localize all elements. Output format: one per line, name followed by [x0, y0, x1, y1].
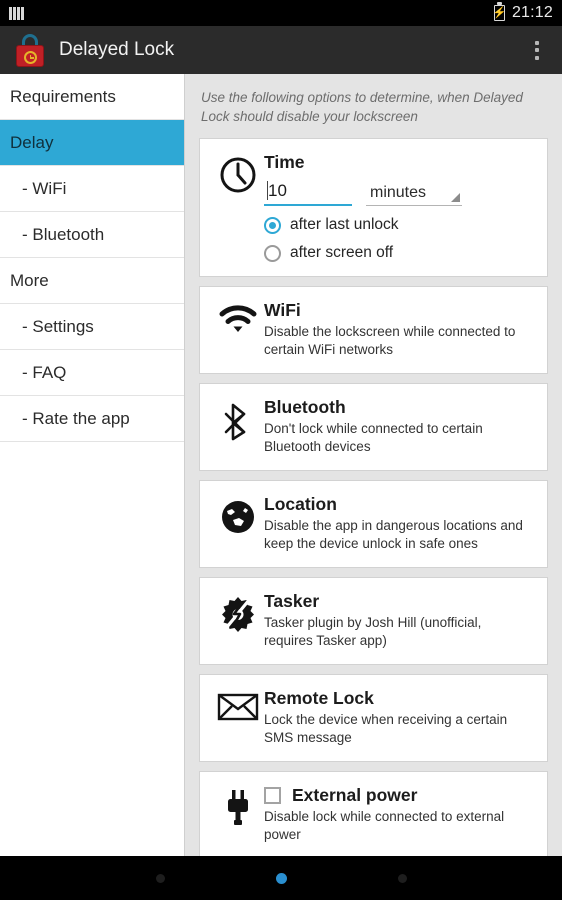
sidebar-item-delay[interactable]: Delay: [0, 120, 184, 166]
intro-text: Use the following options to determine, …: [201, 90, 523, 125]
card-bluetooth-title: Bluetooth: [264, 397, 346, 418]
app-bar: Delayed Lock: [0, 26, 562, 74]
time-unit-spinner[interactable]: minutes: [366, 182, 462, 207]
minutes-input[interactable]: [264, 179, 352, 207]
card-tasker[interactable]: Tasker Tasker plugin by Josh Hill (unoff…: [199, 577, 548, 665]
external-power-toggle-row[interactable]: External power: [264, 785, 531, 806]
card-time-title: Time: [264, 152, 305, 173]
sidebar-item-requirements[interactable]: Requirements: [0, 74, 184, 120]
status-bar-right: ⚡ 21:12: [493, 2, 553, 22]
card-wifi-title: WiFi: [264, 300, 301, 321]
card-remote-lock-content: Remote Lock Lock the device when receivi…: [264, 688, 535, 747]
card-bluetooth-content: Bluetooth Don't lock while connected to …: [264, 397, 535, 456]
envelope-icon: [212, 688, 264, 747]
card-tasker-content: Tasker Tasker plugin by Josh Hill (unoff…: [264, 591, 535, 650]
content-area: Requirements Delay - WiFi - Bluetooth Mo…: [0, 74, 562, 856]
nav-back-dot[interactable]: [155, 873, 165, 883]
card-location[interactable]: Location Disable the app in dangerous lo…: [199, 480, 548, 569]
card-wifi[interactable]: WiFi Disable the lockscreen while connec…: [199, 286, 548, 375]
card-wifi-desc: Disable the lockscreen while connected t…: [264, 324, 516, 358]
external-power-checkbox[interactable]: [264, 786, 281, 804]
radio-button-selected-icon[interactable]: [264, 216, 281, 234]
card-tasker-desc: Tasker plugin by Josh Hill (unofficial, …: [264, 615, 482, 648]
power-plug-icon: [212, 785, 264, 844]
sidebar-item-label: - FAQ: [22, 362, 67, 382]
card-time-content: Time minutes after last unlock: [264, 152, 535, 262]
card-location-content: Location Disable the app in dangerous lo…: [264, 494, 535, 553]
app-screen: ⚡ 21:12 Delayed Lock Requirements Delay: [0, 0, 562, 900]
main-pane: Use the following options to determine, …: [185, 74, 562, 856]
radio-label: after last unlock: [290, 216, 399, 234]
minutes-input-wrap: [264, 179, 352, 207]
sidebar-item-label: - Rate the app: [22, 408, 130, 428]
sidebar-item-label: Requirements: [10, 86, 116, 106]
delayed-lock-padlock-icon: [14, 33, 46, 67]
radio-label: after screen off: [290, 244, 394, 262]
sidebar-item-label: - Bluetooth: [22, 224, 105, 244]
card-external-power-content: External power Disable lock while connec…: [264, 785, 535, 844]
battery-charging-icon: ⚡: [493, 2, 506, 21]
status-bar-clock: 21:12: [511, 4, 553, 21]
sidebar-item-label: More: [10, 270, 49, 290]
card-bluetooth-desc: Don't lock while connected to certain Bl…: [264, 421, 483, 455]
sidebar-item-label: Delay: [10, 132, 54, 152]
status-bar: ⚡ 21:12: [0, 0, 562, 26]
dropdown-caret-icon: [451, 193, 460, 203]
tasker-gear-icon: [212, 591, 264, 650]
radio-after-last-unlock[interactable]: after last unlock: [264, 216, 531, 234]
clock-icon: [212, 152, 264, 262]
card-location-title: Location: [264, 494, 337, 515]
time-controls-row: minutes: [264, 179, 531, 207]
card-bluetooth[interactable]: Bluetooth Don't lock while connected to …: [199, 383, 548, 472]
card-external-power[interactable]: External power Disable lock while connec…: [199, 770, 548, 856]
system-navigation-bar: [0, 856, 562, 900]
app-title: Delayed Lock: [59, 39, 175, 60]
signal-bars-icon: [9, 6, 24, 20]
card-time[interactable]: Time minutes after last unlock: [199, 138, 548, 278]
time-unit-label: minutes: [370, 184, 427, 202]
card-remote-lock-title: Remote Lock: [264, 687, 374, 708]
sidebar-item-settings[interactable]: - Settings: [0, 304, 184, 350]
overflow-menu-icon[interactable]: [522, 30, 552, 70]
sidebar-item-more[interactable]: More: [0, 258, 184, 304]
nav-recents-dot[interactable]: [397, 873, 407, 883]
sidebar-item-faq[interactable]: - FAQ: [0, 350, 184, 396]
card-remote-lock[interactable]: Remote Lock Lock the device when receivi…: [199, 673, 548, 762]
card-wifi-content: WiFi Disable the lockscreen while connec…: [264, 300, 535, 359]
radio-after-screen-off[interactable]: after screen off: [264, 244, 531, 262]
sidebar-item-wifi[interactable]: - WiFi: [0, 166, 184, 212]
status-bar-left: [9, 6, 24, 20]
wifi-icon: [212, 300, 264, 359]
nav-home-dot[interactable]: [275, 872, 287, 884]
globe-location-icon: [212, 494, 264, 553]
radio-button-icon[interactable]: [264, 244, 281, 262]
bluetooth-icon: [212, 397, 264, 456]
sidebar: Requirements Delay - WiFi - Bluetooth Mo…: [0, 74, 185, 856]
sidebar-item-label: - WiFi: [22, 178, 67, 198]
sidebar-item-rate-the-app[interactable]: - Rate the app: [0, 396, 184, 442]
card-remote-lock-desc: Lock the device when receiving a certain…: [264, 711, 508, 745]
sidebar-item-bluetooth[interactable]: - Bluetooth: [0, 212, 184, 258]
card-tasker-title: Tasker: [264, 591, 320, 612]
card-location-desc: Disable the app in dangerous locations a…: [264, 518, 523, 552]
card-external-power-title: External power: [292, 784, 418, 805]
card-external-power-desc: Disable lock while connected to external…: [264, 808, 505, 842]
sidebar-item-label: - Settings: [22, 316, 94, 336]
